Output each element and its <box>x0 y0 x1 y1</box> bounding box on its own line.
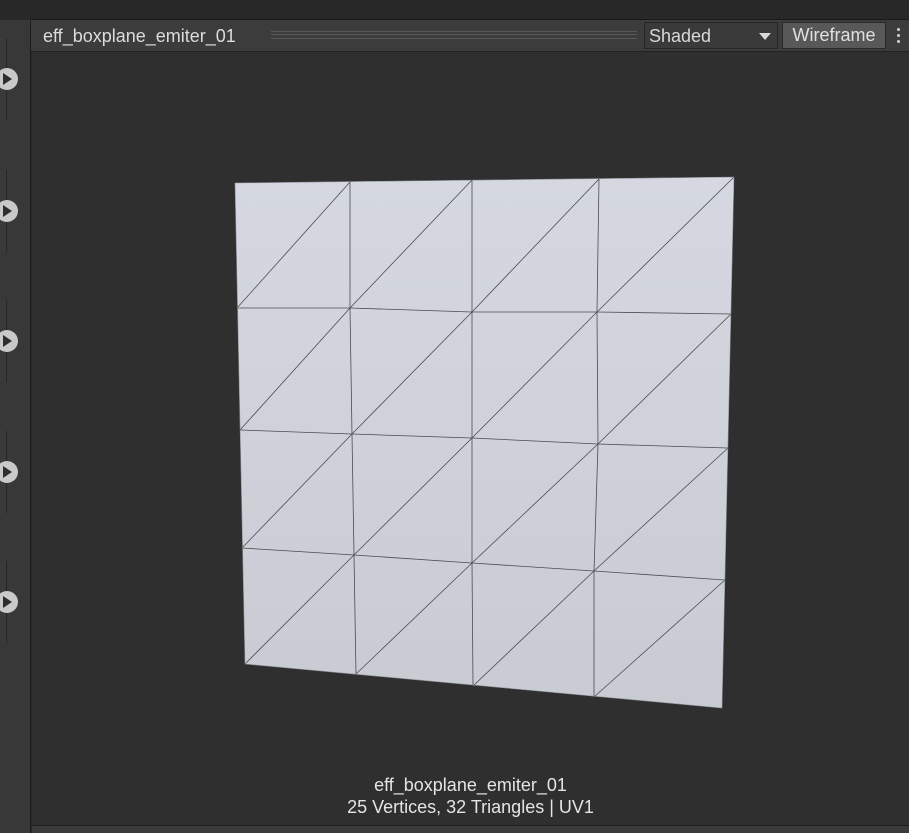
play-icon[interactable] <box>0 200 18 222</box>
shading-mode-value: Shaded <box>649 26 712 46</box>
mesh-render <box>234 176 735 709</box>
play-icon[interactable] <box>0 68 18 90</box>
foldout-5[interactable] <box>0 561 18 643</box>
shading-mode-dropdown[interactable]: Shaded <box>644 22 778 49</box>
preview-toolbar: eff_boxplane_emiter_01 Shaded Wireframe <box>31 20 909 52</box>
foldout-3[interactable] <box>0 300 18 382</box>
bottom-band <box>32 825 909 833</box>
inspector-side-strip <box>0 0 31 833</box>
play-icon[interactable] <box>0 591 18 613</box>
mesh-stats-label: 25 Vertices, 32 Triangles | UV1 <box>347 797 594 817</box>
wireframe-toggle-button[interactable]: Wireframe <box>782 22 886 49</box>
play-icon[interactable] <box>0 461 18 483</box>
drag-grip[interactable] <box>271 31 637 39</box>
foldout-4[interactable] <box>0 431 18 513</box>
mesh-plane <box>235 177 734 708</box>
mesh-viewport[interactable] <box>32 52 909 825</box>
mesh-name-label: eff_boxplane_emiter_01 <box>374 775 567 795</box>
foldout-2[interactable] <box>0 170 18 252</box>
preview-title: eff_boxplane_emiter_01 <box>43 26 236 46</box>
chevron-down-icon <box>759 33 771 40</box>
vertical-ellipsis-icon[interactable] <box>888 22 908 49</box>
foldout-1[interactable] <box>0 38 18 120</box>
play-icon[interactable] <box>0 330 18 352</box>
header-band <box>31 0 909 20</box>
mesh-preview-window: eff_boxplane_emiter_01 Shaded Wireframe <box>0 0 909 833</box>
